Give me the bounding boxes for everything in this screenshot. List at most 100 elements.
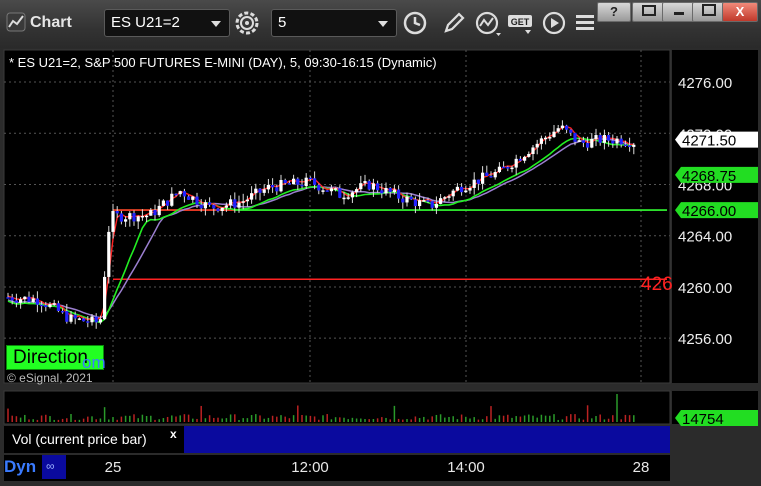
candle-body (460, 186, 464, 193)
candle-body (220, 207, 224, 211)
gear-icon[interactable] (233, 9, 261, 37)
candle-body (216, 208, 220, 211)
price-chart[interactable]: 4256.004260.004264.004268.004272.004276.… (0, 48, 761, 481)
candle-body (61, 310, 65, 313)
candle-body (56, 303, 60, 311)
candle-body (279, 179, 283, 192)
candle-body (195, 196, 199, 205)
candle-body (489, 175, 493, 178)
study-icon[interactable] (474, 9, 502, 37)
candle-body (481, 172, 485, 184)
candle-body (502, 166, 506, 169)
app-title: Chart (30, 14, 72, 31)
maximize-button[interactable] (692, 2, 726, 22)
candle-body (418, 200, 422, 207)
help-button[interactable]: ? (597, 2, 631, 22)
restore-button[interactable] (632, 2, 666, 22)
clock-icon[interactable] (401, 9, 429, 37)
volume-study-close-button[interactable]: x (170, 427, 177, 441)
pencil-icon[interactable] (440, 9, 468, 37)
y-tick-label: 4256.00 (678, 331, 732, 348)
candle-body (145, 215, 149, 218)
candle-body (497, 166, 501, 173)
candle-body (40, 304, 44, 307)
candle-body (69, 314, 73, 322)
candle-body (531, 147, 535, 155)
chevron-down-icon[interactable] (211, 21, 221, 27)
candle-body (245, 199, 249, 202)
candle-body (367, 181, 371, 190)
candle-body (455, 186, 459, 191)
candle-body (535, 143, 539, 148)
symbol-value: ES U21=2 (111, 14, 180, 31)
candle-body (266, 184, 270, 190)
candle-body (174, 193, 178, 196)
candle-body (250, 193, 254, 200)
candle-body (23, 296, 27, 300)
candle-body (237, 202, 241, 208)
candle-body (321, 190, 325, 192)
candle-body (262, 189, 266, 193)
candle-body (611, 140, 615, 144)
link-icon[interactable]: ∞ (46, 459, 62, 475)
candle-body (434, 203, 438, 208)
candle-body (350, 192, 354, 198)
candle-body (241, 201, 245, 203)
chevron-down-icon[interactable] (378, 21, 388, 27)
candle-body (140, 215, 144, 218)
candle-body (187, 196, 191, 200)
x-tick-label: 14:00 (447, 459, 485, 476)
candle-body (409, 196, 413, 200)
candle-body (615, 138, 619, 144)
x-tick-label: 28 (632, 459, 650, 476)
symbol-combo[interactable]: ES U21=2 (104, 9, 230, 37)
get-data-icon[interactable]: GET (506, 9, 534, 37)
restore-icon (642, 5, 656, 16)
candle-body (602, 134, 606, 143)
candle-body (552, 131, 556, 138)
candle-body (191, 196, 195, 200)
candle-body (342, 197, 346, 200)
direction-link[interactable]: om (82, 353, 106, 373)
candle-body (493, 172, 497, 178)
options-icon[interactable] (571, 9, 599, 37)
candle-body (607, 134, 611, 141)
interval-combo[interactable]: 5 (271, 9, 397, 37)
candle-body (153, 210, 157, 216)
candle-body (103, 276, 107, 320)
candle-body (275, 187, 279, 192)
candle-body (376, 183, 380, 191)
candle-body (317, 184, 321, 191)
candle-body (426, 200, 430, 202)
copyright-text: © eSignal, 2021 (7, 371, 93, 385)
close-button[interactable]: X (722, 2, 758, 22)
candle-body (313, 178, 317, 185)
candle-body (447, 196, 451, 198)
play-icon[interactable] (540, 9, 568, 37)
dynamic-label: Dyn (4, 457, 37, 476)
candle-body (577, 140, 581, 142)
candle-body (586, 142, 590, 148)
candle-body (44, 305, 48, 308)
candle-body (178, 191, 182, 195)
app-logo-icon (6, 12, 26, 32)
candle-body (464, 190, 468, 193)
candle-body (77, 318, 81, 320)
y-tick-label: 4264.00 (678, 229, 732, 246)
candle-body (166, 200, 170, 206)
candle-body (229, 199, 233, 206)
minimize-button[interactable] (662, 2, 696, 22)
chart-area[interactable]: 4256.004260.004264.004268.004272.004276.… (0, 48, 761, 481)
candle-body (443, 197, 447, 199)
x-tick-label: 12:00 (291, 459, 329, 476)
candle-body (304, 177, 308, 187)
x-tick-label: 25 (104, 459, 122, 476)
volume-study-label: Vol (current price bar) (12, 431, 147, 447)
candle-body (397, 189, 401, 199)
candle-body (199, 204, 203, 209)
candle-body (82, 318, 86, 322)
candle-body (287, 183, 291, 185)
candle-body (422, 200, 426, 202)
candle-body (35, 298, 39, 305)
candle-body (619, 138, 623, 145)
